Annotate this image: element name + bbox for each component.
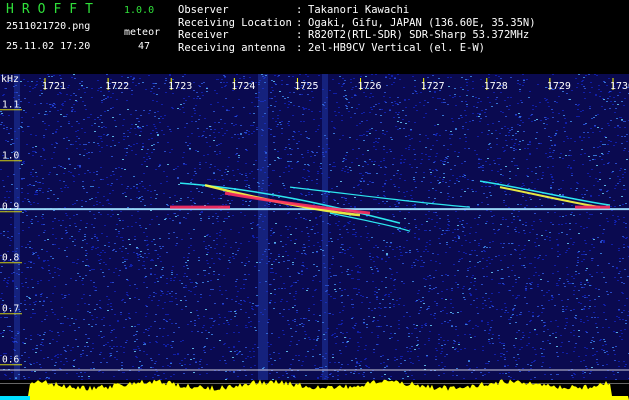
hrofft-window: { "header": { "app_name": "HROFFT", "app…: [0, 0, 629, 400]
info-colon: :: [296, 16, 303, 29]
x-tick-label: 1728: [484, 81, 508, 92]
x-tick-label: 1721: [42, 81, 66, 92]
x-tick-label: 1730: [610, 81, 629, 92]
meteor-count: 47: [138, 41, 151, 52]
info-colon: :: [296, 41, 303, 54]
noise-band: [14, 74, 20, 380]
info-value: Takanori Kawachi: [308, 4, 410, 16]
y-tick-label: 1.1: [2, 100, 19, 111]
info-value: Ogaki, Gifu, JAPAN (136.60E, 35.35N): [308, 16, 536, 29]
y-tick-label: 0.8: [2, 253, 19, 264]
x-tick-label: 1729: [547, 81, 571, 92]
y-tick-label: 0.7: [2, 304, 19, 315]
timestamp: 25.11.02 17:20: [6, 41, 91, 52]
info-value: 2el-HB9CV Vertical (el. E-W): [308, 41, 486, 54]
info-colon: :: [296, 4, 303, 16]
y-tick-label: 1.0: [2, 151, 19, 162]
level-bar-base: [0, 396, 30, 400]
info-value: R820T2(RTL-SDR) SDR-Sharp 53.372MHz: [308, 29, 530, 41]
level-bar: [0, 379, 629, 400]
x-tick-label: 1722: [105, 81, 129, 92]
x-tick-label: 1727: [421, 81, 445, 92]
y-tick-label: 0.6: [2, 355, 19, 366]
info-row-receiver: Receiver: R820T2(RTL-SDR) SDR-Sharp 53.37…: [178, 29, 536, 42]
info-row-location: Receiving Location: Ogaki, Gifu, JAPAN (1…: [178, 17, 536, 30]
info-colon: :: [296, 29, 303, 41]
info-key: Observer: [178, 4, 229, 16]
spectrogram: 1721 1722 1723 1724 1725 1726 1727 1728 1729 1730…: [0, 74, 629, 400]
info-row-antenna: Receiving antenna:2el-HB9CV Vertical (el…: [178, 42, 536, 55]
meteor-label: meteor: [124, 27, 161, 38]
app-name: HROFFT: [6, 2, 101, 17]
x-tick-label: 1726: [358, 81, 382, 92]
x-tick-label: 1724: [231, 81, 255, 92]
noise-band: [258, 74, 268, 380]
file-name: 2511021720.png: [6, 21, 91, 32]
x-tick-label: 1723: [168, 81, 192, 92]
x-tick-label: 1725: [294, 81, 318, 92]
noise-band: [322, 74, 328, 380]
info-key: Receiving antenna: [178, 41, 286, 54]
info-key: Receiving Location: [178, 16, 292, 29]
y-axis-unit: kHz: [1, 74, 20, 85]
y-tick-label: 0.9: [2, 202, 19, 213]
station-info: Observer: Takanori Kawachi Receiving Loca…: [178, 4, 536, 54]
info-key: Receiver: [178, 29, 229, 41]
info-row-observer: Observer: Takanori Kawachi: [178, 4, 536, 17]
app-version: 1.0.0: [124, 5, 155, 16]
